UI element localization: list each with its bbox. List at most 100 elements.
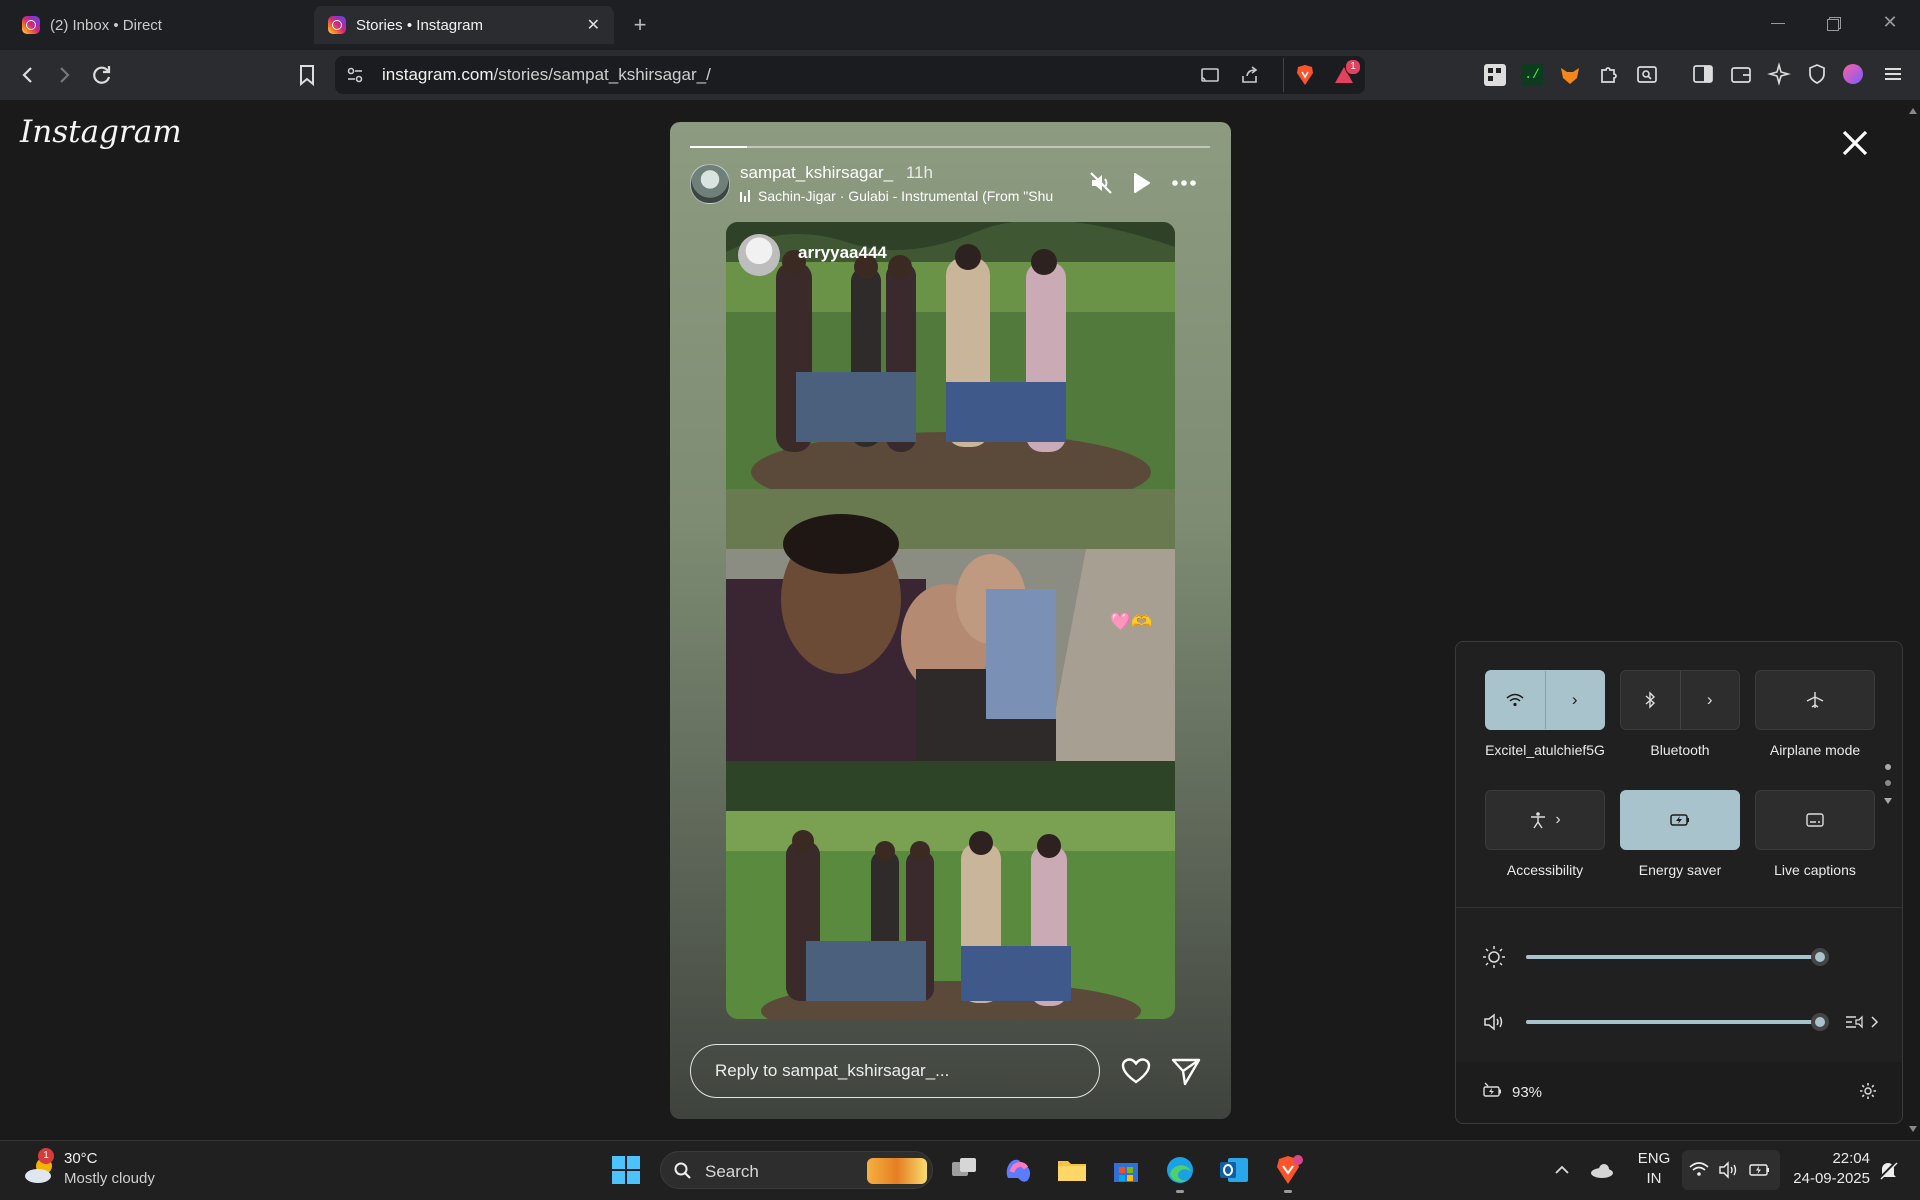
copilot-icon[interactable] <box>1000 1152 1036 1188</box>
tagged-username[interactable]: arryyaa444 <box>798 243 887 263</box>
cast-icon[interactable] <box>1199 64 1221 86</box>
brightness-slider[interactable] <box>1526 955 1820 959</box>
new-tab-plus-icon[interactable]: + <box>626 11 654 39</box>
leo-ai-icon[interactable] <box>1767 62 1791 86</box>
tagged-user-avatar[interactable] <box>738 234 780 276</box>
energy-saver-tile[interactable] <box>1620 790 1740 850</box>
windows-start-icon[interactable] <box>610 1154 642 1186</box>
volume-slider-thumb[interactable] <box>1811 1013 1829 1031</box>
live-captions-tile-label: Live captions <box>1774 862 1856 878</box>
search-highlight-image <box>867 1158 927 1184</box>
story-header-text: sampat_kshirsagar_ 11h <box>740 163 933 183</box>
bluetooth-icon[interactable] <box>1621 671 1680 729</box>
volume-icon[interactable] <box>1482 1010 1506 1034</box>
tab-stories-instagram[interactable]: Stories • Instagram ✕ <box>314 6 614 44</box>
tab-inbox-direct[interactable]: (2) Inbox • Direct <box>8 6 308 44</box>
brightness-slider-fill <box>1526 955 1820 959</box>
sidebar-toggle-icon[interactable] <box>1691 62 1715 86</box>
reply-placeholder: Reply to sampat_kshirsagar_... <box>715 1061 950 1080</box>
close-window-icon[interactable]: ✕ <box>1878 10 1902 34</box>
audio-output-icon[interactable] <box>1843 1010 1883 1034</box>
extensions-puzzle-icon[interactable] <box>1597 62 1621 86</box>
bluetooth-tile[interactable]: › <box>1620 670 1740 730</box>
accessibility-tile[interactable]: › <box>1485 790 1605 850</box>
terminal-extension-icon[interactable]: ./ <box>1521 64 1543 86</box>
story-photo-group-1 <box>726 222 1175 489</box>
wifi-icon[interactable] <box>1486 671 1545 729</box>
story-viewer[interactable]: sampat_kshirsagar_ 11h Sachin-Jigar · Gu… <box>670 122 1231 1119</box>
back-arrow-icon[interactable] <box>14 61 42 89</box>
system-tray-status-group[interactable] <box>1682 1150 1780 1190</box>
show-hidden-icons-chevron-up-icon[interactable] <box>1550 1158 1574 1182</box>
brightness-icon <box>1482 945 1506 969</box>
energy-saver-tile-label: Energy saver <box>1638 862 1722 878</box>
url-domain: instagram.com <box>382 65 494 84</box>
reader-search-icon[interactable] <box>1635 62 1659 86</box>
input-language[interactable]: ENG <box>1634 1150 1674 1167</box>
live-captions-tile[interactable] <box>1755 790 1875 850</box>
story-music[interactable]: Sachin-Jigar · Gulabi - Instrumental (Fr… <box>740 188 1070 204</box>
bookmark-icon[interactable] <box>293 61 321 89</box>
settings-gear-icon[interactable] <box>1858 1081 1878 1101</box>
story-username[interactable]: sampat_kshirsagar_ <box>740 163 893 182</box>
brave-browser-icon[interactable] <box>1270 1152 1306 1188</box>
file-explorer-icon[interactable] <box>1054 1152 1090 1188</box>
battery-percent[interactable]: 93% <box>1512 1084 1542 1101</box>
weather-temperature[interactable]: 30°C <box>64 1150 98 1167</box>
clock-time[interactable]: 22:04 <box>1786 1150 1870 1167</box>
edge-browser-icon[interactable] <box>1162 1152 1198 1188</box>
notification-bell-icon[interactable] <box>1876 1158 1900 1182</box>
page-dot[interactable] <box>1885 764 1891 770</box>
vpn-shield-icon[interactable] <box>1805 62 1829 86</box>
minimize-window-icon[interactable] <box>1766 12 1790 36</box>
restore-window-icon[interactable] <box>1822 12 1846 36</box>
extension-grid-icon[interactable] <box>1484 64 1506 86</box>
bluetooth-chevron-right-icon[interactable]: › <box>1681 671 1740 729</box>
brave-rewards-icon[interactable]: 1 <box>1332 59 1361 87</box>
input-region[interactable]: IN <box>1634 1170 1674 1187</box>
address-bar[interactable]: instagram.com/stories/sampat_kshirsagar_… <box>335 56 1365 94</box>
volume-slider[interactable] <box>1526 1020 1820 1024</box>
onedrive-cloud-icon[interactable] <box>1588 1158 1616 1182</box>
instagram-logo[interactable]: Instagram <box>20 114 182 150</box>
task-view-icon[interactable] <box>946 1152 982 1188</box>
page-scrollbar[interactable] <box>1906 100 1920 1140</box>
site-settings-icon[interactable] <box>345 65 365 85</box>
wallet-icon[interactable] <box>1729 62 1753 86</box>
user-avatar[interactable] <box>690 164 730 204</box>
scroll-up-icon[interactable] <box>1909 108 1917 114</box>
forward-arrow-icon[interactable] <box>50 61 78 89</box>
airplane-icon <box>1756 671 1874 729</box>
airplane-mode-tile[interactable] <box>1755 670 1875 730</box>
close-icon[interactable] <box>1838 126 1872 160</box>
scroll-down-icon[interactable] <box>1909 1126 1917 1132</box>
reply-input[interactable]: Reply to sampat_kshirsagar_... <box>690 1044 1100 1098</box>
share-icon[interactable] <box>1239 64 1261 86</box>
profile-avatar-icon[interactable] <box>1843 64 1863 84</box>
brightness-slider-thumb[interactable] <box>1811 948 1829 966</box>
weather-description[interactable]: Mostly cloudy <box>64 1170 155 1187</box>
heart-icon[interactable] <box>1120 1055 1152 1087</box>
captions-icon <box>1756 791 1874 849</box>
outlook-icon[interactable] <box>1216 1152 1252 1188</box>
weather-cloud-icon[interactable]: 1 <box>22 1148 58 1188</box>
fox-extension-icon[interactable] <box>1559 64 1581 86</box>
story-progress-track <box>690 146 1210 148</box>
wifi-chevron-right-icon[interactable]: › <box>1546 671 1605 729</box>
brave-shields-icon[interactable] <box>1293 63 1317 87</box>
tab-close-icon[interactable]: ✕ <box>587 15 600 35</box>
mute-icon[interactable] <box>1088 170 1114 196</box>
battery-saver-icon[interactable] <box>1482 1082 1504 1102</box>
wifi-tile[interactable]: › <box>1485 670 1605 730</box>
airplane-mode-tile-label: Airplane mode <box>1769 742 1861 758</box>
reload-icon[interactable] <box>88 61 116 89</box>
send-icon[interactable] <box>1170 1055 1202 1087</box>
menu-hamburger-icon[interactable] <box>1881 62 1905 86</box>
page-dot[interactable] <box>1885 780 1891 786</box>
more-icon[interactable] <box>1170 170 1198 196</box>
play-icon[interactable] <box>1128 170 1154 196</box>
page-down-icon[interactable] <box>1884 798 1892 804</box>
microsoft-store-icon[interactable] <box>1108 1152 1144 1188</box>
taskbar-search-box[interactable]: Search <box>660 1151 933 1189</box>
clock-date[interactable]: 24-09-2025 <box>1776 1170 1870 1187</box>
